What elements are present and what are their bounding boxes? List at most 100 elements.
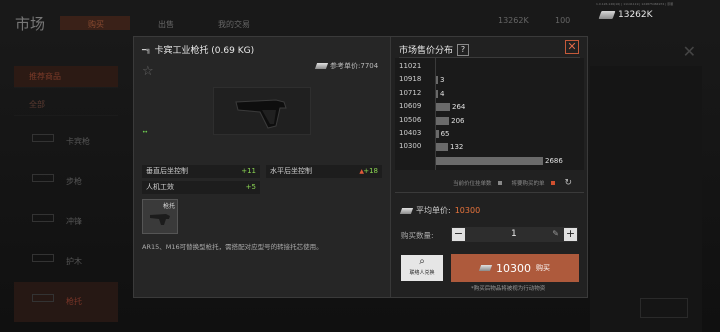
quantity-minus-button[interactable]: − <box>452 228 465 241</box>
average-price-value: 10300 <box>454 206 481 215</box>
tab-buy[interactable]: 购买 <box>88 19 104 30</box>
sidebar-item-label: 步枪 <box>66 177 82 186</box>
star-icon[interactable]: ☆ <box>142 64 154 79</box>
distribution-title-text: 市场售价分布 <box>399 46 454 56</box>
status-indicator: •• <box>142 129 148 136</box>
price-bar <box>436 89 438 98</box>
price-bar <box>436 103 450 112</box>
attr-value: +18 <box>363 167 378 175</box>
smg-icon <box>32 214 54 222</box>
price-row: 10300 132 <box>395 141 584 153</box>
attr-ergonomics: 人机工效 +5 <box>142 181 260 194</box>
price-level-label: 10712 <box>399 88 422 97</box>
order-count: 264 <box>452 103 466 112</box>
sidebar-item-smg[interactable]: 冲锋 <box>14 202 118 242</box>
attr-horizontal-recoil: 水平后坐控制 ▲ +18 <box>266 165 382 178</box>
attr-label: 垂直后坐控制 <box>146 167 188 175</box>
reference-price-label: 参考单价: <box>330 62 361 70</box>
tab-sell[interactable]: 出售 <box>158 19 174 30</box>
contact-exchange-button[interactable]: ⌕ 联络人兑换 <box>401 255 443 281</box>
quantity-stepper: − 1 ✎ + <box>451 227 578 242</box>
handguard-icon <box>32 254 54 262</box>
sidebar-item-stock[interactable]: 枪托 <box>14 282 118 322</box>
item-info-panel: ━╗ 卡宾工业枪托 (0.69 KG) ☆ 参考单价: 7704 •• 垂直后坐控… <box>134 37 388 297</box>
order-count: 132 <box>450 143 464 152</box>
order-count: 3 <box>440 76 445 85</box>
sidebar-item-label: 枪托 <box>66 297 82 306</box>
carbine-icon <box>32 134 54 142</box>
pencil-icon[interactable]: ✎ <box>552 229 559 238</box>
sidebar-item-label: 卡宾枪 <box>66 137 90 146</box>
quantity-label: 购买数量: <box>401 231 434 240</box>
stock-type-icon: ━╗ <box>142 45 151 54</box>
chart-legend: 当前价位挂单数 将要购买的单 ↻ <box>453 178 572 188</box>
item-slot-thumbnail[interactable]: 枪托 <box>142 199 178 234</box>
buy-label: 购买 <box>536 264 550 272</box>
item-title: ━╗ 卡宾工业枪托 (0.69 KG) <box>142 43 254 57</box>
order-count: 206 <box>451 116 465 125</box>
price-level-label: 10506 <box>399 115 422 124</box>
order-count: 4 <box>440 89 445 98</box>
stock-image-icon <box>235 99 287 129</box>
attr-vertical-recoil: 垂直后坐控制 +11 <box>142 165 260 178</box>
purchase-dialog: ━╗ 卡宾工业枪托 (0.69 KG) ☆ 参考单价: 7704 •• 垂直后坐控… <box>133 36 588 298</box>
sidebar-item-rifle[interactable]: 步枪 <box>14 162 118 202</box>
average-price: 平均单价: 10300 <box>399 205 481 216</box>
market-title: 市场 <box>15 15 46 33</box>
price-row: 10712 4 <box>395 88 584 100</box>
search-icon: ⌕ <box>419 256 425 267</box>
quantity-value[interactable]: 1 <box>511 229 517 239</box>
refresh-icon[interactable]: ↻ <box>565 178 573 188</box>
divider <box>395 192 584 193</box>
average-price-label: 平均单价: <box>416 206 451 215</box>
bg-close-icon: ✕ <box>682 42 696 61</box>
help-icon[interactable]: ? <box>457 43 470 56</box>
currency-amount: 13262K <box>618 10 653 20</box>
money-icon <box>478 265 493 271</box>
price-bar <box>436 156 543 165</box>
buy-amount: 10300 <box>496 261 531 275</box>
price-level-label: 10403 <box>399 129 422 137</box>
contact-exchange-label: 联络人兑换 <box>409 270 435 276</box>
price-bar <box>436 116 450 125</box>
quantity-plus-button[interactable]: + <box>564 228 577 241</box>
stock-icon <box>32 294 54 302</box>
close-button[interactable]: ✕ <box>565 40 579 54</box>
category-all[interactable]: 全部 <box>14 94 118 116</box>
legend-buy-orders: 将要购买的单 <box>511 181 545 187</box>
attr-value: +11 <box>241 167 256 175</box>
reference-price-value: 7704 <box>360 62 379 70</box>
background-column <box>590 66 702 332</box>
sidebar-item-label: 冲锋 <box>66 217 82 226</box>
price-row: 11021 <box>395 61 584 73</box>
bg-count: 100 <box>555 16 571 25</box>
price-row: 10403 65 <box>395 128 584 140</box>
category-recommended[interactable]: 推荐商品 <box>14 66 118 88</box>
item-image <box>213 87 311 135</box>
attr-label: 人机工效 <box>146 183 174 191</box>
buy-button[interactable]: 10300 购买 <box>451 254 579 282</box>
item-description: AR15、M16可替换型枪托，需搭配对应型号的转接托芯使用。 <box>142 243 323 251</box>
legend-red-swatch <box>550 181 555 185</box>
price-bar <box>436 143 448 152</box>
market-panel: 市场售价分布 ? ✕ 11021 10918 3 10712 4 10609 264 1050… <box>390 37 587 297</box>
order-count: 2686 <box>545 156 563 165</box>
price-level-label: 11021 <box>399 62 422 70</box>
money-icon <box>598 11 616 19</box>
price-level-label: 10300 <box>399 142 422 151</box>
money-icon <box>314 63 329 69</box>
price-row: 10609 264 <box>395 101 584 113</box>
tab-my-trades[interactable]: 我的交易 <box>218 19 250 30</box>
price-bar <box>436 76 438 85</box>
currency-display: 13262K <box>598 10 653 20</box>
attr-label: 水平后坐控制 <box>270 167 312 175</box>
legend-gray-swatch <box>497 181 502 185</box>
attr-value: +5 <box>245 183 256 191</box>
sidebar-item-label: 护木 <box>66 257 82 266</box>
sidebar-item-handguard[interactable]: 护木 <box>14 242 118 282</box>
price-row: 10506 206 <box>395 115 584 127</box>
distribution-title: 市场售价分布 ? <box>399 43 470 56</box>
bg-button <box>640 298 688 318</box>
build-info: 1.0.126.126(16) | 11141119 | 12487548497… <box>596 2 674 6</box>
sidebar-item-carbine[interactable]: 卡宾枪 <box>14 122 118 162</box>
